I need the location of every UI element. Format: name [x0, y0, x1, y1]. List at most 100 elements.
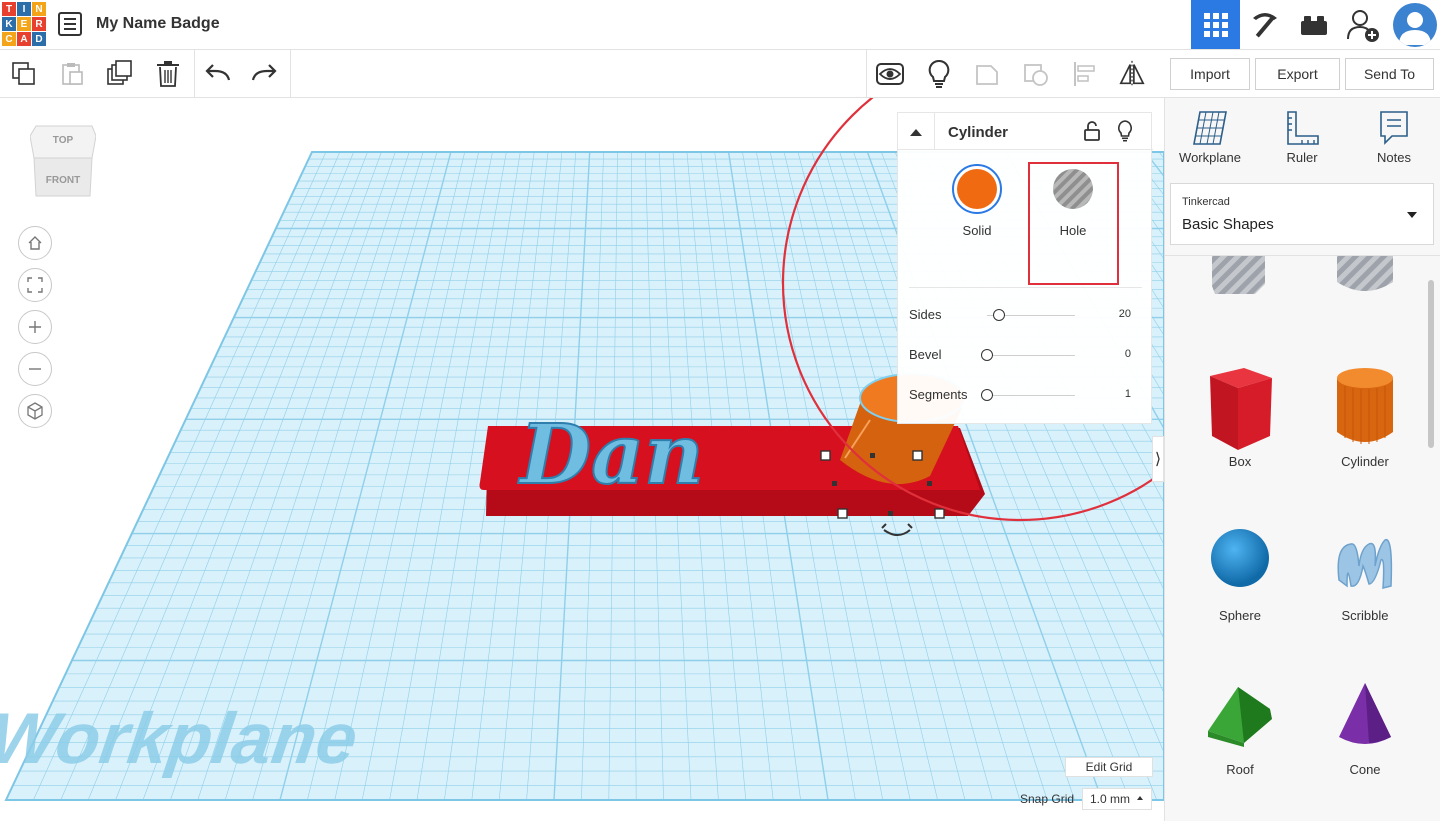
duplicate-icon [107, 60, 132, 85]
logo-letter: E [17, 17, 31, 31]
bevel-row: Bevel 0 [898, 343, 1153, 367]
group-icon [976, 65, 998, 85]
group-button[interactable] [973, 60, 1001, 88]
fit-view-button[interactable] [18, 268, 52, 302]
notes-tool[interactable]: Notes [1359, 110, 1429, 172]
brick-icon [1300, 15, 1327, 35]
notes-tool-label: Notes [1377, 150, 1411, 165]
triangle-up-icon [910, 128, 922, 136]
shape-scribble[interactable]: Scribble [1310, 526, 1420, 666]
sides-value[interactable]: 20 [1119, 308, 1131, 320]
import-button[interactable]: Import [1170, 58, 1250, 90]
box-hole-icon [1212, 256, 1265, 294]
inspector-title: Cylinder [948, 124, 1009, 141]
top-bar: T I N K E R C A D My Name Badge [0, 0, 1440, 50]
perspective-button[interactable] [18, 394, 52, 428]
mirror-button[interactable] [1118, 60, 1146, 88]
category-provider: Tinkercad [1182, 196, 1230, 208]
logo-letter: C [2, 32, 16, 46]
caret-down-icon [1407, 212, 1417, 218]
align-button[interactable] [1071, 60, 1099, 88]
zoom-in-button[interactable] [18, 310, 52, 344]
invite-user-button[interactable] [1338, 0, 1387, 49]
ungroup-button[interactable] [1022, 60, 1050, 88]
redo-icon [251, 64, 277, 81]
panel-toggle-button[interactable]: ⟩ [1152, 436, 1164, 482]
view-cube-top[interactable]: TOP [30, 135, 96, 146]
shape-sphere[interactable]: Sphere [1185, 526, 1295, 666]
ungroup-icon [1024, 64, 1048, 86]
copy-icon [12, 62, 35, 85]
mirror-icon [1119, 60, 1145, 88]
sides-slider-knob[interactable] [993, 309, 1006, 321]
show-all-button[interactable] [876, 60, 904, 88]
paste-button[interactable] [58, 60, 86, 88]
lock-icon[interactable] [1084, 121, 1100, 141]
zoom-out-button[interactable] [18, 352, 52, 386]
ruler-tool[interactable]: Ruler [1267, 110, 1337, 172]
segments-label: Segments [909, 387, 968, 402]
ruler-icon [1287, 111, 1319, 145]
hole-highlight-box [1028, 162, 1119, 285]
workplane-icon [1193, 111, 1227, 145]
logo-letter: R [32, 17, 46, 31]
lightbulb-icon [928, 59, 950, 88]
bevel-slider-track[interactable] [987, 355, 1075, 356]
segments-value[interactable]: 1 [1125, 388, 1131, 400]
segments-slider-knob[interactable] [981, 389, 993, 401]
shape-label: Roof [1226, 762, 1254, 777]
solid-option[interactable]: Solid [932, 163, 1022, 273]
shape-label: Scribble [1341, 608, 1389, 623]
home-icon [28, 236, 42, 250]
cylinder-icon [1337, 368, 1393, 444]
inspector-header: Cylinder [898, 113, 1153, 150]
avatar[interactable] [1393, 3, 1437, 47]
logo-letter: A [17, 32, 31, 46]
blocks-mode-button[interactable] [1240, 0, 1289, 49]
shapes-scrollbar[interactable] [1428, 280, 1434, 448]
bevel-slider-knob[interactable] [981, 349, 993, 361]
lightbulb-icon[interactable] [1116, 120, 1134, 142]
plus-icon [29, 321, 41, 333]
copy-button[interactable] [10, 60, 38, 88]
grid-view-button[interactable] [1191, 0, 1240, 49]
design-list-icon[interactable] [58, 12, 82, 36]
logo-letter: D [32, 32, 46, 46]
add-user-icon [1346, 9, 1379, 42]
edit-grid-button[interactable]: Edit Grid [1065, 757, 1153, 777]
view-cube[interactable]: TOP FRONT [29, 122, 97, 202]
shape-roof[interactable]: Roof [1185, 681, 1295, 821]
shape-box[interactable]: Box [1185, 366, 1295, 506]
export-button[interactable]: Export [1255, 58, 1340, 90]
inspector-collapse-button[interactable] [898, 113, 935, 150]
shape-cylinder[interactable]: Cylinder [1310, 366, 1420, 506]
logo-letter: N [32, 2, 46, 16]
bricks-mode-button[interactable] [1289, 0, 1338, 49]
home-view-button[interactable] [18, 226, 52, 260]
view-cube-front[interactable]: FRONT [30, 175, 96, 186]
cylinder-hole-icon [1337, 256, 1393, 291]
redo-button[interactable] [250, 60, 278, 88]
send-to-button[interactable]: Send To [1345, 58, 1434, 90]
segments-slider-track[interactable] [987, 395, 1075, 396]
shape-cone[interactable]: Cone [1310, 681, 1420, 821]
shape-category-select[interactable]: Tinkercad Basic Shapes [1170, 183, 1434, 245]
delete-button[interactable] [154, 60, 182, 88]
design-title[interactable]: My Name Badge [96, 15, 220, 33]
solid-label: Solid [962, 223, 992, 238]
category-name: Basic Shapes [1182, 216, 1274, 233]
workplane-tool[interactable]: Workplane [1175, 110, 1245, 172]
solid-swatch[interactable] [951, 163, 1003, 215]
shape-label: Box [1228, 454, 1252, 469]
duplicate-button[interactable] [106, 60, 134, 88]
sides-label: Sides [909, 307, 942, 322]
sides-row: Sides 20 [898, 303, 1153, 327]
box-icon [1210, 368, 1272, 450]
bevel-value[interactable]: 0 [1125, 348, 1131, 360]
undo-button[interactable] [204, 60, 232, 88]
notes-toggle-button[interactable] [925, 59, 953, 88]
snap-grid-select[interactable]: 1.0 mm [1082, 788, 1152, 810]
tinkercad-logo[interactable]: T I N K E R C A D [2, 2, 46, 46]
badge-name-text[interactable]: Dan [517, 406, 705, 504]
workplane-tool-label: Workplane [1179, 150, 1241, 165]
